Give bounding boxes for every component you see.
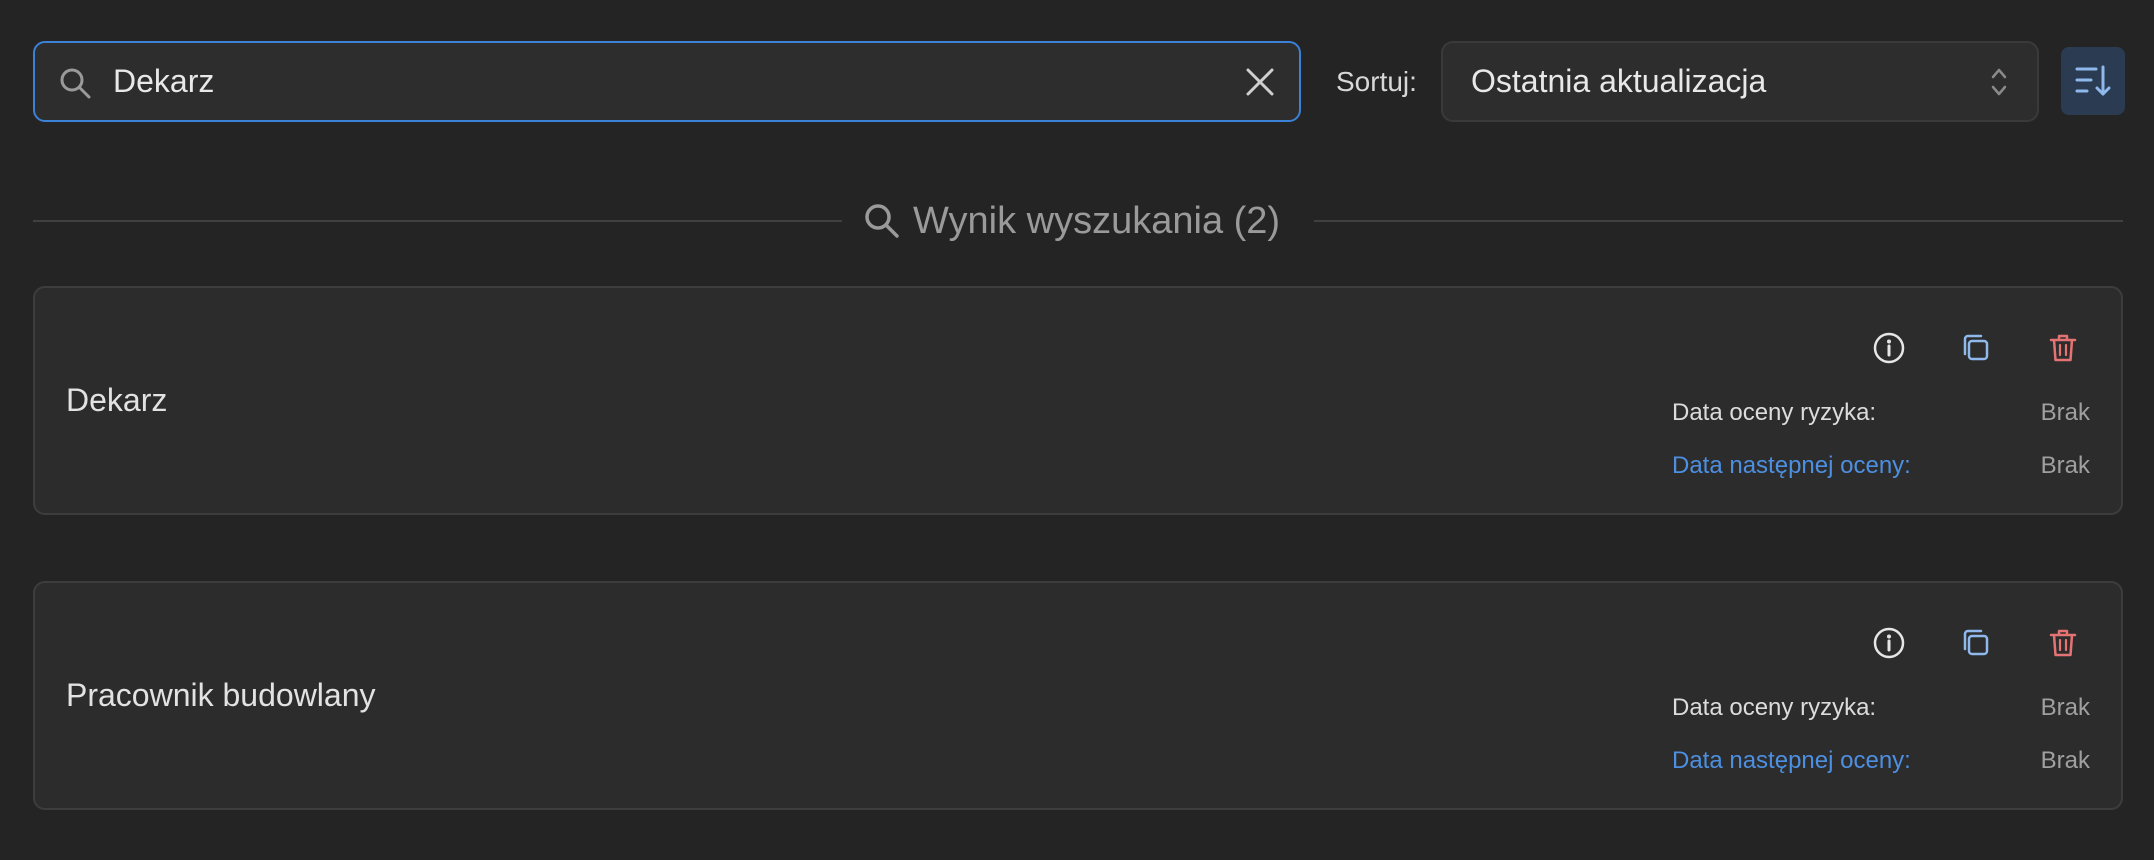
copy-icon[interactable]	[1958, 625, 1994, 661]
trash-icon[interactable]	[2045, 625, 2081, 661]
sort-descending-icon	[2075, 65, 2111, 96]
search-icon	[865, 204, 899, 238]
sort-selected-value: Ostatnia aktualizacja	[1471, 63, 1767, 99]
result-card[interactable]: Pracownik budowlany Data oceny ryzyka: B…	[33, 581, 2123, 810]
close-icon[interactable]	[1243, 65, 1277, 99]
chevron-up-down-icon	[1991, 68, 2007, 96]
search-icon	[60, 68, 91, 99]
search-input[interactable]	[113, 43, 1213, 120]
sort-label: Sortuj:	[1336, 66, 1417, 97]
results-heading: Wynik wyszukania (2)	[863, 198, 1280, 244]
risk-date-label: Data oceny ryzyka:	[1672, 399, 1877, 426]
next-date-value: Brak	[2040, 747, 2090, 774]
copy-icon[interactable]	[1958, 330, 1994, 366]
sort-direction-button[interactable]	[2061, 47, 2125, 115]
results-title: Wynik wyszukania (2)	[913, 199, 1281, 242]
next-date-label: Data następnej oceny:	[1672, 452, 1911, 479]
info-icon[interactable]	[1871, 330, 1907, 366]
divider-right	[1314, 220, 2123, 222]
card-title: Dekarz	[66, 382, 168, 418]
risk-date-label: Data oceny ryzyka:	[1672, 694, 1877, 721]
result-card[interactable]: Dekarz Data oceny ryzyka: Brak Data nast…	[33, 286, 2123, 515]
info-icon[interactable]	[1871, 625, 1907, 661]
page-root: Sortuj: Ostatnia aktualizacja Wynik wysz…	[0, 0, 2154, 860]
card-title: Pracownik budowlany	[66, 677, 376, 713]
divider-left	[33, 220, 842, 222]
search-box[interactable]	[33, 41, 1301, 122]
next-date-label: Data następnej oceny:	[1672, 747, 1911, 774]
risk-date-value: Brak	[2040, 399, 2090, 426]
trash-icon[interactable]	[2045, 330, 2081, 366]
risk-date-value: Brak	[2040, 694, 2090, 721]
sort-select[interactable]: Ostatnia aktualizacja	[1441, 41, 2039, 122]
next-date-value: Brak	[2040, 452, 2090, 479]
